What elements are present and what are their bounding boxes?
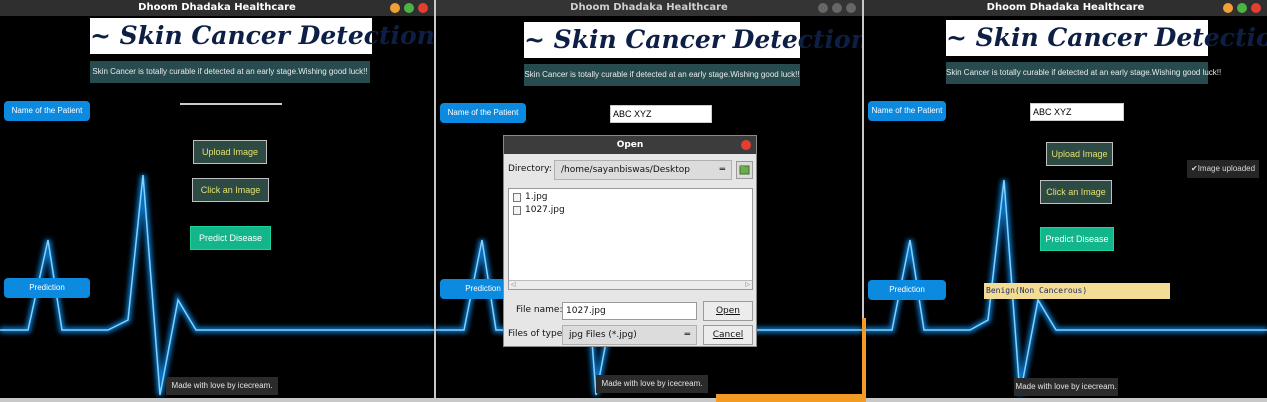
new-folder-icon[interactable] <box>736 161 753 179</box>
window-title: Dhoom Dhadaka Healthcare <box>986 2 1145 13</box>
filename-input[interactable]: 1027.jpg <box>562 302 697 320</box>
dropdown-arrow-icon: ═ <box>719 165 725 175</box>
click-image-button[interactable]: Click an Image <box>1040 180 1112 204</box>
tagline: Skin Cancer is totally curable if detect… <box>90 61 370 83</box>
predict-disease-button[interactable]: Predict Disease <box>190 226 271 250</box>
directory-value: /home/sayanbiswas/Desktop <box>561 165 690 175</box>
app-window-initial: Dhoom Dhadaka Healthcare ~ Skin Cancer D… <box>0 0 434 398</box>
close-icon[interactable] <box>418 3 428 13</box>
window-title: Dhoom Dhadaka Healthcare <box>138 2 296 13</box>
file-list[interactable]: 1.jpg 1027.jpg ◁ ▷ <box>508 188 753 290</box>
desktop-accent <box>716 394 866 402</box>
window-titlebar: Dhoom Dhadaka Healthcare <box>0 0 434 16</box>
filetype-label: Files of type: <box>508 329 566 339</box>
close-icon[interactable] <box>1251 3 1261 13</box>
desktop-strip <box>0 398 1267 402</box>
tagline: Skin Cancer is totally curable if detect… <box>524 64 800 86</box>
prediction-label: Prediction <box>868 280 946 300</box>
dialog-close-icon[interactable] <box>741 140 751 150</box>
patient-name-input[interactable] <box>180 103 282 105</box>
footer-credit: Made with love by icecream. <box>1014 378 1118 396</box>
minimize-icon[interactable] <box>390 3 400 13</box>
app-window-result: Dhoom Dhadaka Healthcare ~ Skin Cancer D… <box>864 0 1267 398</box>
click-image-button[interactable]: Click an Image <box>192 178 269 202</box>
tagline: Skin Cancer is totally curable if detect… <box>946 62 1221 84</box>
upload-image-button[interactable]: Upload Image <box>1046 142 1113 166</box>
page-title: ~ Skin Cancer Detection ~ <box>524 22 862 58</box>
patient-name-label: Name of the Patient <box>4 101 90 121</box>
file-item[interactable]: 1.jpg <box>513 192 548 202</box>
minimize-icon[interactable] <box>818 3 828 13</box>
dialog-title: Open <box>616 140 644 150</box>
prediction-label: Prediction <box>4 278 90 298</box>
filename-label: File name: <box>516 305 563 315</box>
open-file-dialog: Open Directory: /home/sayanbiswas/Deskto… <box>503 135 757 347</box>
dialog-titlebar: Open <box>504 136 756 154</box>
maximize-icon[interactable] <box>1237 3 1247 13</box>
upload-image-button[interactable]: Upload Image <box>193 140 267 164</box>
filetype-value: jpg Files (*.jpg) <box>569 330 637 340</box>
footer-credit: Made with love by icecream. <box>596 375 708 393</box>
patient-name-input[interactable]: ABC XYZ <box>1030 103 1124 121</box>
window-title: Dhoom Dhadaka Healthcare <box>570 2 728 13</box>
window-titlebar: Dhoom Dhadaka Healthcare <box>864 0 1267 16</box>
scroll-right-icon[interactable]: ▷ <box>745 281 750 288</box>
page-title: ~ Skin Cancer Detection ~ <box>90 18 434 54</box>
desktop-accent <box>862 318 866 402</box>
directory-select[interactable]: /home/sayanbiswas/Desktop ═ <box>554 160 732 180</box>
maximize-icon[interactable] <box>404 3 414 13</box>
cancel-button[interactable]: Cancel <box>703 325 753 345</box>
upload-status: ✔Image uploaded <box>1187 160 1260 178</box>
file-icon <box>513 205 521 215</box>
filetype-select[interactable]: jpg Files (*.jpg) ═ <box>562 325 697 345</box>
minimize-icon[interactable] <box>1223 3 1233 13</box>
patient-name-label: Name of the Patient <box>440 103 526 123</box>
close-icon[interactable] <box>846 3 856 13</box>
file-item[interactable]: 1027.jpg <box>513 205 565 215</box>
dropdown-arrow-icon: ═ <box>684 330 690 340</box>
page-title: ~ Skin Cancer Detection ~ <box>946 20 1267 56</box>
prediction-output: Benign(Non Cancerous) <box>984 283 1170 299</box>
footer-credit: Made with love by icecream. <box>166 377 278 395</box>
window-titlebar: Dhoom Dhadaka Healthcare <box>436 0 862 16</box>
directory-label: Directory: <box>508 164 552 174</box>
patient-name-label: Name of the Patient <box>868 101 946 121</box>
horizontal-scrollbar[interactable]: ◁ ▷ <box>509 280 752 289</box>
maximize-icon[interactable] <box>832 3 842 13</box>
open-button[interactable]: Open <box>703 301 753 321</box>
file-icon <box>513 192 521 202</box>
patient-name-input[interactable]: ABC XYZ <box>610 105 712 123</box>
scroll-left-icon[interactable]: ◁ <box>511 281 516 288</box>
predict-disease-button[interactable]: Predict Disease <box>1040 227 1114 251</box>
